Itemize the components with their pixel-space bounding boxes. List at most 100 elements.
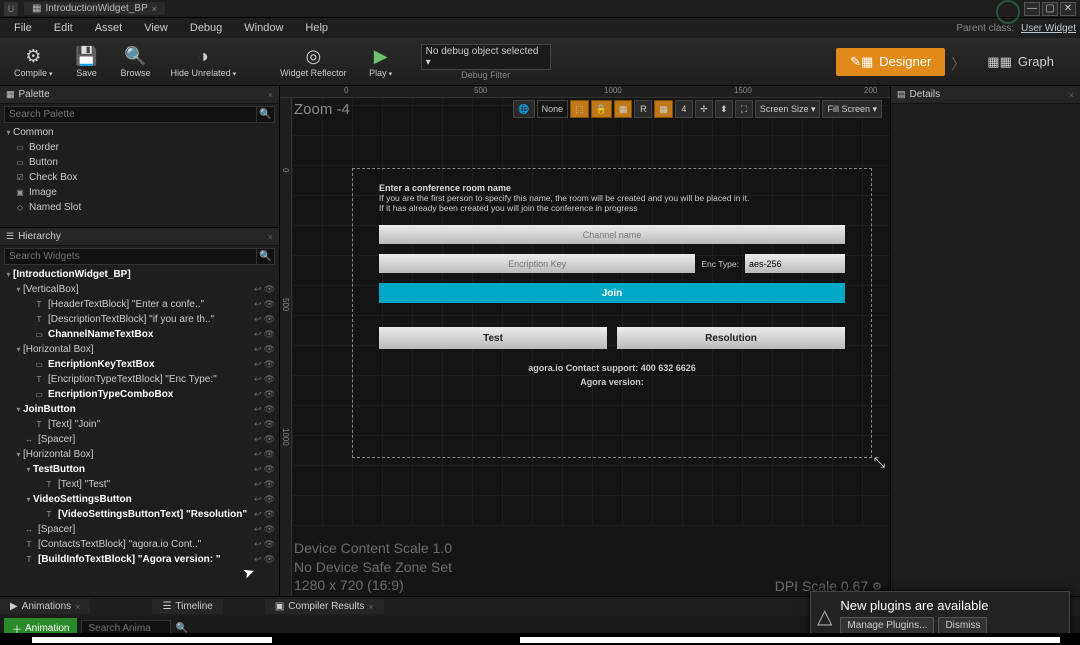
details-panel: ▤ Details × [890, 86, 1080, 596]
hierarchy-row[interactable]: ↔[Spacer]↩👁 [0, 432, 279, 447]
hierarchy-row[interactable]: T[HeaderTextBlock] "Enter a confe.."↩👁 [0, 297, 279, 312]
palette-item-border[interactable]: ▭Border [0, 140, 279, 155]
close-icon[interactable]: × [368, 602, 373, 612]
hierarchy-row[interactable]: T[ContactsTextBlock] "agora.io Cont.."↩👁 [0, 537, 279, 552]
palette-group-common[interactable]: ▾Common [0, 125, 279, 140]
resize-handle-icon[interactable]: ⤡ [874, 454, 885, 471]
graph-mode-tab[interactable]: ▦▦ Graph [973, 48, 1068, 76]
localization-button[interactable]: 🌐 [513, 100, 534, 118]
encryption-key-textbox[interactable] [379, 254, 695, 273]
hierarchy-search-input[interactable] [4, 248, 257, 265]
widget-reflector-button[interactable]: ◎ Widget Reflector [272, 40, 355, 84]
close-icon[interactable]: × [1069, 90, 1074, 100]
hierarchy-row[interactable]: ▭EncriptionTypeComboBox↩👁 [0, 387, 279, 402]
grid-toggle-button[interactable]: ▦ [614, 100, 633, 118]
search-icon[interactable]: 🔍 [257, 106, 275, 123]
hierarchy-row[interactable]: ▾[Horizontal Box]↩👁 [0, 342, 279, 357]
unreal-logo-icon: U [4, 2, 18, 16]
resolution-button[interactable]: Resolution [617, 327, 845, 349]
screen-size-dropdown[interactable]: Screen Size ▾ [755, 100, 821, 118]
search-icon[interactable]: 🔍 [175, 623, 187, 634]
hide-unrelated-button[interactable]: ◑ Hide Unrelated▾ [163, 40, 245, 84]
source-control-icon[interactable] [996, 0, 1020, 24]
contacts-text: agora.io Contact support: 400 632 6626 [379, 363, 845, 373]
zoom-fit-button[interactable]: ⛶ [735, 100, 753, 118]
animations-icon: ▶ [10, 601, 18, 612]
viewport-status: Device Content Scale 1.0 No Device Safe … [294, 539, 882, 594]
channel-name-textbox[interactable] [379, 225, 845, 244]
menu-view[interactable]: View [134, 20, 178, 36]
details-tab[interactable]: ▤ Details × [891, 86, 1080, 104]
test-button[interactable]: Test [379, 327, 607, 349]
hierarchy-row[interactable]: ▭EncriptionKeyTextBox↩👁 [0, 357, 279, 372]
palette-item-image[interactable]: ▣Image [0, 185, 279, 200]
header-text: Enter a conference room name [379, 183, 845, 193]
palette-item-checkbox[interactable]: ☑Check Box [0, 170, 279, 185]
hierarchy-row[interactable]: ▾VideoSettingsButton↩👁 [0, 492, 279, 507]
respect-locks-button[interactable]: R [634, 100, 652, 118]
enc-type-combobox[interactable] [745, 254, 845, 273]
menu-window[interactable]: Window [234, 20, 293, 36]
widget-root-frame[interactable]: Enter a conference room name If you are … [352, 168, 872, 458]
menu-asset[interactable]: Asset [85, 20, 133, 36]
lock-button[interactable]: 🔒 [591, 100, 612, 118]
hierarchy-row[interactable]: ▾TestButton↩👁 [0, 462, 279, 477]
browse-icon: 🔍 [124, 46, 146, 67]
hierarchy-row[interactable]: T[DescriptionTextBlock] "if you are th..… [0, 312, 279, 327]
hierarchy-row[interactable]: T[Text] "Join"↩👁 [0, 417, 279, 432]
grid-snap-value[interactable]: 4 [675, 100, 693, 118]
close-icon[interactable]: × [268, 90, 273, 100]
browse-button[interactable]: 🔍 Browse [113, 40, 159, 84]
hierarchy-tab[interactable]: ☰ Hierarchy × [0, 228, 279, 246]
enc-type-label: Enc Type: [701, 259, 739, 269]
hierarchy-row[interactable]: T[EncriptionTypeTextBlock] "Enc Type:"↩👁 [0, 372, 279, 387]
design-viewport[interactable]: 0 500 1000 1500 200 0 500 1000 Zoom -4 🌐… [280, 86, 890, 596]
compiler-results-tab[interactable]: ▣ Compiler Results × [265, 599, 384, 614]
notification-title: New plugins are available [840, 598, 1063, 613]
palette-item-namedslot[interactable]: ◇Named Slot [0, 200, 279, 215]
asset-tab[interactable]: ▦ IntroductionWidget_BP × [24, 2, 165, 15]
timeline-tab[interactable]: ☰ Timeline [152, 599, 222, 614]
desc-text-2: If it has already been created you will … [379, 203, 845, 213]
menu-help[interactable]: Help [295, 20, 338, 36]
minimize-button[interactable]: — [1024, 2, 1040, 16]
layout-dashed-button[interactable]: ⬚ [570, 100, 589, 118]
palette-tab[interactable]: ▦ Palette × [0, 86, 279, 104]
designer-mode-tab[interactable]: ✎▦ Designer [836, 48, 945, 76]
hierarchy-row[interactable]: ▾[Horizontal Box]↩👁 [0, 447, 279, 462]
outline-button[interactable]: ✢ [695, 100, 713, 118]
close-icon[interactable]: × [75, 602, 80, 612]
play-button[interactable]: ▶ Play▾ [359, 40, 403, 84]
hierarchy-row[interactable]: ▭ChannelNameTextBox↩👁 [0, 327, 279, 342]
join-button[interactable]: Join [379, 283, 845, 303]
hierarchy-row[interactable]: T[VideoSettingsButtonText] "Resolution"↩… [0, 507, 279, 522]
maximize-button[interactable]: ▢ [1042, 2, 1058, 16]
parent-class-link[interactable]: User Widget [1021, 23, 1076, 34]
close-button[interactable]: ✕ [1060, 2, 1076, 16]
search-icon[interactable]: 🔍 [257, 248, 275, 265]
close-icon[interactable]: × [152, 4, 157, 14]
grid-snap-button[interactable]: ▦ [654, 100, 673, 118]
menu-edit[interactable]: Edit [44, 20, 83, 36]
manage-plugins-button[interactable]: Manage Plugins... [840, 617, 934, 634]
fill-screen-dropdown[interactable]: Fill Screen ▾ [822, 100, 882, 118]
designer-icon: ✎▦ [850, 54, 873, 70]
menu-file[interactable]: File [4, 20, 42, 36]
animations-tab[interactable]: ▶ Animations × [0, 599, 90, 614]
debug-object-dropdown[interactable]: No debug object selected ▾ [421, 44, 551, 70]
loc-preview-button[interactable]: ⬍ [715, 100, 733, 118]
hierarchy-row[interactable]: T[BuildInfoTextBlock] "Agora version: "↩… [0, 552, 279, 567]
hierarchy-row[interactable]: ↔[Spacer]↩👁 [0, 522, 279, 537]
dismiss-button[interactable]: Dismiss [938, 617, 987, 634]
hierarchy-row[interactable]: ▾[VerticalBox]↩👁 [0, 282, 279, 297]
close-icon[interactable]: × [268, 232, 273, 242]
palette-search-input[interactable] [4, 106, 257, 123]
save-button[interactable]: 💾 Save [65, 40, 109, 84]
hierarchy-row[interactable]: ▾[IntroductionWidget_BP] [0, 267, 279, 282]
compile-button[interactable]: ⚙ Compile▾ [6, 40, 61, 84]
hierarchy-row[interactable]: T[Text] "Test"↩👁 [0, 477, 279, 492]
hierarchy-row[interactable]: ▾JoinButton↩👁 [0, 402, 279, 417]
none-button[interactable]: None [537, 100, 569, 118]
menu-debug[interactable]: Debug [180, 20, 232, 36]
palette-item-button[interactable]: ▭Button [0, 155, 279, 170]
